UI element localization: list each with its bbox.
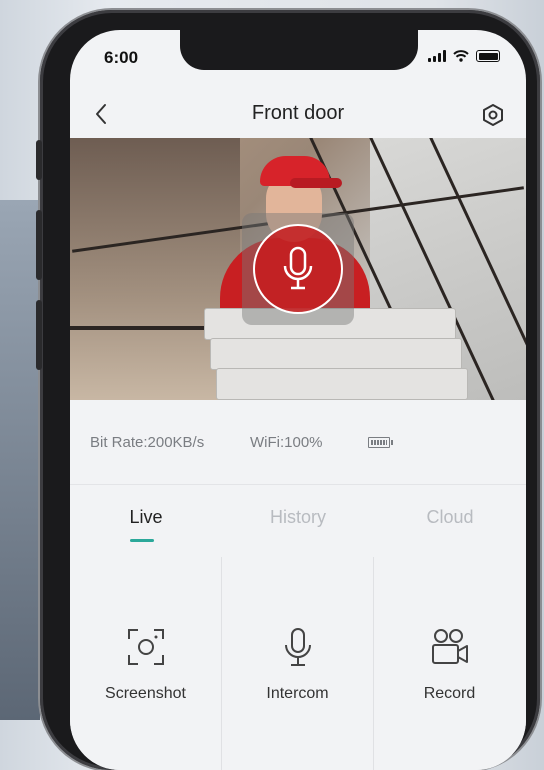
settings-button[interactable] [478,100,508,130]
pizza-box [210,338,462,370]
phone-volume-up [36,210,42,280]
microphone-icon [284,628,311,666]
gear-hexagon-icon [483,104,503,126]
pizza-box [216,368,468,400]
status-time: 6:00 [104,48,139,67]
tab-history[interactable]: History [222,507,374,528]
tab-live[interactable]: Live [70,507,222,528]
status-icons [428,50,500,62]
app-screen: 6:00 Front door Bit Rate:200KB/s WiFi:10… [70,30,526,770]
cellular-signal-icon [428,50,446,62]
video-person-cap-brim [290,178,342,188]
stream-info-bar: Bit Rate:200KB/s WiFi:100% [70,400,526,485]
video-record-icon [431,629,468,664]
background-left [0,200,40,720]
battery-icon [476,50,500,62]
device-battery-icon [368,437,393,448]
page-title: Front door [251,102,345,124]
phone-mute-switch [36,140,42,180]
screenshot-button[interactable]: Screenshot [70,547,221,770]
tab-cloud[interactable]: Cloud [374,507,526,528]
wifi-icon [453,50,469,62]
intercom-button[interactable]: Intercom [222,547,373,770]
intercom-label: Intercom [266,685,329,702]
wifi-strength-text: WiFi:100% [250,434,323,451]
action-grid: Screenshot Intercom Record [70,547,526,770]
record-label: Record [423,685,476,702]
live-video-feed[interactable] [70,138,526,400]
screenshot-icon [127,629,164,665]
bit-rate-text: Bit Rate:200KB/s [90,434,205,451]
app-header: Front door [70,92,526,136]
view-tabs: Live History Cloud [70,485,526,547]
microphone-icon [283,246,313,290]
active-tab-indicator [130,539,154,542]
phone-volume-down [36,300,42,370]
phone-notch [180,30,418,70]
talk-button[interactable] [253,224,343,314]
screenshot-label: Screenshot [105,685,186,702]
record-button[interactable]: Record [374,547,525,770]
